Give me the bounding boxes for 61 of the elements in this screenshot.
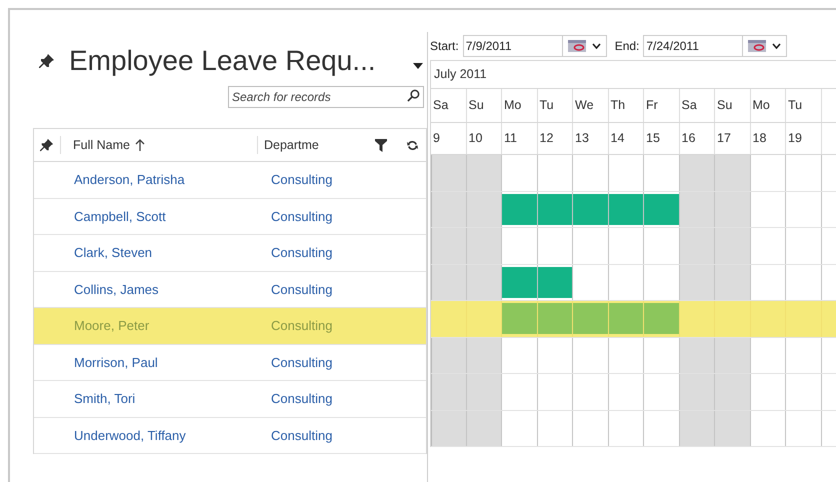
chevron-down-icon xyxy=(772,43,782,49)
column-header[interactable]: Full Name xyxy=(61,136,257,154)
date-number: 17 xyxy=(717,130,731,148)
date-number: 14 xyxy=(610,130,624,148)
date-label: End: xyxy=(614,38,640,55)
name-cell[interactable]: Campbell, Scott xyxy=(34,206,259,226)
pin-icon[interactable] xyxy=(39,53,55,69)
weekday-label: Su xyxy=(468,97,484,114)
date-field[interactable]: 7/9/2011 xyxy=(462,35,563,57)
date-number: 10 xyxy=(468,130,482,148)
department-cell-text: Consulting xyxy=(270,244,332,262)
weekday-label: Tu xyxy=(540,97,554,114)
date-number: 18 xyxy=(752,130,766,148)
search-icon[interactable] xyxy=(407,89,420,102)
weekday-label: Mo xyxy=(752,97,770,114)
department-cell-text: Consulting xyxy=(270,354,332,372)
name-cell[interactable]: Morrison, Paul xyxy=(34,352,259,372)
search-field[interactable]: Search for records xyxy=(228,86,424,108)
date-number: 11 xyxy=(504,130,517,148)
table-row[interactable]: Collins, James Consulting xyxy=(34,272,426,308)
department-cell-text: Consulting xyxy=(270,317,332,335)
name-cell[interactable]: Collins, James xyxy=(34,280,259,299)
dropdown-caret-icon[interactable] xyxy=(413,63,423,69)
table-row[interactable]: Campbell, Scott Consulting xyxy=(34,198,426,235)
calendar-icon xyxy=(748,40,766,52)
pin-icon[interactable] xyxy=(40,138,54,152)
month-label: July 2011 xyxy=(434,66,487,84)
date-number: 12 xyxy=(540,130,554,148)
refresh-icon[interactable] xyxy=(407,140,418,150)
department-cell-text: Consulting xyxy=(270,208,332,226)
chevron-down-icon xyxy=(592,43,601,49)
calendar-icon xyxy=(568,40,586,52)
table-row[interactable]: Morrison, Paul Consulting xyxy=(34,344,426,381)
department-cell-text: Consulting xyxy=(270,390,332,408)
department-cell-text: Consulting xyxy=(270,171,332,189)
weekday-label: Th xyxy=(610,97,626,114)
department-cell-text: Consulting xyxy=(270,426,332,445)
weekday-label: Sa xyxy=(682,97,697,114)
date-number: 9 xyxy=(433,130,440,148)
weekday-label: Fr xyxy=(646,97,658,114)
name-cell[interactable]: Underwood, Tiffany xyxy=(34,426,259,445)
table-row[interactable]: Underwood, Tiffany Consulting xyxy=(34,418,426,454)
date-number: 15 xyxy=(646,130,660,148)
weekday-label: Mo xyxy=(504,97,522,114)
date-label: Start: xyxy=(430,38,459,55)
date-number: 13 xyxy=(575,130,589,148)
department-cell-text: Consulting xyxy=(270,280,332,299)
name-cell[interactable]: Smith, Tori xyxy=(34,389,259,408)
date-field[interactable]: 7/24/2011 xyxy=(643,35,744,57)
date-number: 16 xyxy=(682,130,696,148)
name-cell[interactable]: Clark, Steven xyxy=(34,243,259,262)
weekday-label: Su xyxy=(717,97,732,114)
weekday-label: Tu xyxy=(788,97,802,114)
weekday-label: We xyxy=(575,97,594,114)
calendar-button[interactable] xyxy=(562,35,607,57)
weekday-label: Sa xyxy=(433,97,448,114)
calendar-button[interactable] xyxy=(743,35,788,57)
page-title: Employee Leave Requ... xyxy=(69,44,376,78)
name-cell[interactable]: Anderson, Patrisha xyxy=(34,170,259,190)
filter-icon[interactable] xyxy=(375,138,387,152)
date-number: 19 xyxy=(788,130,802,148)
